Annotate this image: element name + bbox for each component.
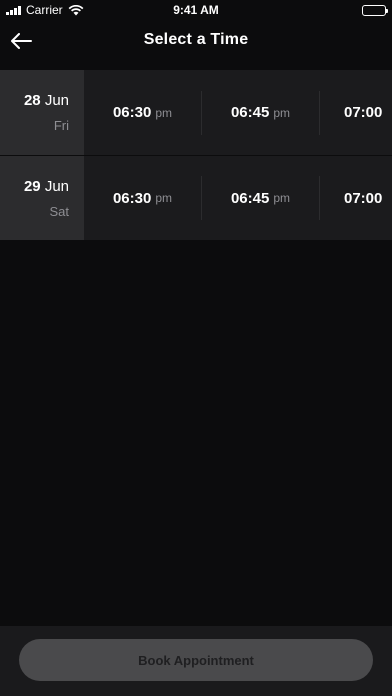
date-label: 29 Jun <box>24 178 69 195</box>
time-slot[interactable]: 07:00 <box>320 91 392 135</box>
nav-bar: Select a Time <box>0 20 392 70</box>
status-time: 9:41 AM <box>173 3 219 17</box>
time-slot[interactable]: 07:00 <box>320 176 392 220</box>
time-slots: 06:30 pm 06:45 pm 07:00 <box>84 156 392 240</box>
date-number: 29 <box>23 177 41 195</box>
battery-icon <box>362 4 388 16</box>
date-row: 29 Jun Sat 06:30 pm 06:45 pm 07:00 <box>0 155 392 240</box>
arrow-left-icon <box>11 33 32 49</box>
page-title: Select a Time <box>143 31 249 48</box>
date-label: 28 Jun <box>24 92 69 109</box>
slot-ampm: pm <box>273 191 291 205</box>
date-weekday: Sat <box>49 203 69 219</box>
date-row: 28 Jun Fri 06:30 pm 06:45 pm 07:00 <box>0 70 392 155</box>
date-month: Jun <box>44 177 69 195</box>
date-cell: 28 Jun Fri <box>0 70 84 155</box>
footer-bar: Book Appointment <box>0 626 392 696</box>
date-cell: 29 Jun Sat <box>0 156 84 240</box>
time-slot[interactable]: 06:45 pm <box>202 176 320 220</box>
slot-time: 06:45 <box>230 189 270 207</box>
time-slot[interactable]: 06:30 pm <box>84 176 202 220</box>
book-appointment-button[interactable]: Book Appointment <box>19 639 373 681</box>
slot-ampm: pm <box>273 105 291 120</box>
slot-ampm: pm <box>155 191 173 205</box>
slot-time: 07:00 <box>344 189 383 207</box>
carrier-label: Carrier <box>26 3 63 17</box>
signal-icon <box>6 5 21 15</box>
date-rows: 28 Jun Fri 06:30 pm 06:45 pm 07:00 29 Jun … <box>0 70 392 240</box>
slot-time: 07:00 <box>344 104 383 121</box>
date-weekday: Fri <box>53 118 69 133</box>
slot-ampm: pm <box>155 105 173 120</box>
slot-time: 06:45 <box>230 104 270 121</box>
status-left: Carrier <box>6 3 84 17</box>
status-bar: Carrier 9:41 AM <box>0 0 392 20</box>
slot-time: 06:30 <box>112 104 152 121</box>
time-slot[interactable]: 06:30 pm <box>84 90 202 135</box>
date-month: Jun <box>44 92 69 109</box>
date-number: 28 <box>23 92 41 109</box>
time-slot[interactable]: 06:45 pm <box>202 90 320 135</box>
wifi-icon <box>68 4 84 15</box>
slot-time: 06:30 <box>112 189 152 207</box>
back-button[interactable] <box>8 28 34 54</box>
time-slots: 06:30 pm 06:45 pm 07:00 <box>84 70 392 155</box>
